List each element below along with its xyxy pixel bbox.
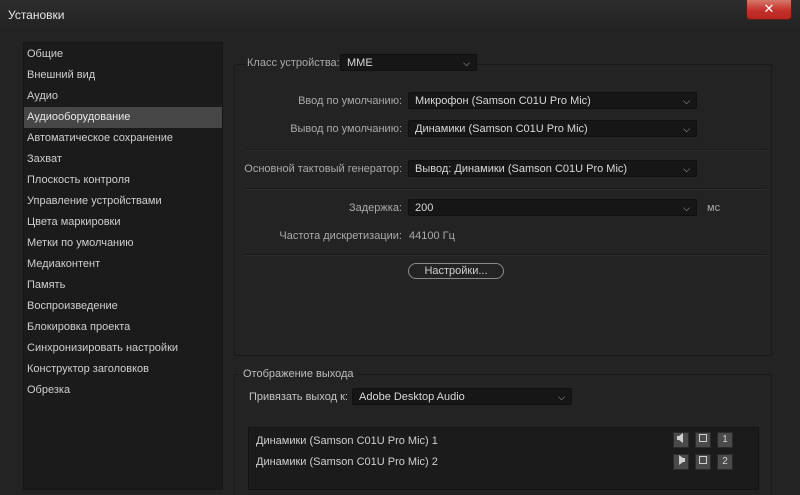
output-mapping-section-label: Отображение выхода — [243, 368, 358, 380]
preferences-sidebar: Общие Внешний вид Аудио Аудиооборудование Ав… — [23, 42, 223, 490]
chevron-down-icon: ⌵ — [683, 203, 690, 213]
sidebar-item[interactable]: Блокировка проекта — [24, 317, 222, 338]
sidebar-item[interactable]: Синхронизировать настройки — [24, 338, 222, 359]
chevron-down-icon: ⌵ — [683, 124, 690, 134]
map-output-dropdown[interactable]: Adobe Desktop Audio ⌵ — [352, 388, 572, 405]
master-clock-value: Вывод: Динамики (Samson C01U Pro Mic) — [415, 163, 628, 175]
default-output-value: Динамики (Samson C01U Pro Mic) — [415, 123, 588, 135]
master-clock-label: Основной тактовый генератор: — [244, 163, 402, 175]
chevron-down-icon: ⌵ — [683, 96, 690, 106]
sidebar-item[interactable]: Цвета маркировки — [24, 212, 222, 233]
sidebar-item[interactable]: Медиаконтент — [24, 254, 222, 275]
sidebar-item[interactable]: Захват — [24, 149, 222, 170]
list-item[interactable]: Динамики (Samson C01U Pro Mic) 1 — [256, 435, 438, 447]
default-input-dropdown[interactable]: Микрофон (Samson C01U Pro Mic) ⌵ — [408, 92, 697, 109]
map-output-label: Привязать выход к: — [249, 391, 348, 403]
sidebar-item[interactable]: Автоматическое сохранение — [24, 128, 222, 149]
sidebar-item[interactable]: Метки по умолчанию — [24, 233, 222, 254]
sidebar-item[interactable]: Конструктор заголовков — [24, 359, 222, 380]
device-class-value: MME — [347, 57, 373, 69]
output-channel-list: Динамики (Samson C01U Pro Mic) 1 Динамик… — [248, 427, 759, 490]
separator — [245, 149, 767, 151]
channel-number-1[interactable]: 1 — [717, 432, 733, 448]
sidebar-item[interactable]: Память — [24, 275, 222, 296]
chevron-down-icon: ⌵ — [683, 164, 690, 174]
sidebar-item[interactable]: Аудиооборудование — [24, 107, 222, 128]
settings-button[interactable]: Настройки... — [408, 263, 504, 279]
latency-label: Задержка: — [348, 202, 402, 214]
sidebar-item[interactable]: Внешний вид — [24, 65, 222, 86]
default-input-label: Ввод по умолчанию: — [298, 95, 402, 107]
latency-dropdown[interactable]: 200 ⌵ — [408, 199, 697, 216]
sidebar-item[interactable]: Воспроизведение — [24, 296, 222, 317]
sidebar-item[interactable]: Управление устройствами — [24, 191, 222, 212]
speaker-right-icon[interactable] — [673, 454, 689, 470]
list-item[interactable]: Динамики (Samson C01U Pro Mic) 2 — [256, 456, 438, 468]
separator — [245, 188, 767, 190]
default-output-dropdown[interactable]: Динамики (Samson C01U Pro Mic) ⌵ — [408, 120, 697, 137]
channel-number-2[interactable]: 2 — [717, 454, 733, 470]
latency-unit: мс — [707, 202, 721, 214]
sample-rate-value: 44100 Гц — [409, 230, 455, 242]
close-button[interactable]: ✕ — [746, 0, 792, 20]
chevron-down-icon: ⌵ — [463, 58, 470, 68]
sidebar-item[interactable]: Общие — [24, 44, 222, 65]
sidebar-item[interactable]: Аудио — [24, 86, 222, 107]
clip-icon[interactable] — [695, 432, 711, 448]
separator — [245, 254, 767, 256]
sidebar-item[interactable]: Обрезка — [24, 380, 222, 401]
title-bar: Установки ✕ — [0, 0, 800, 30]
default-input-value: Микрофон (Samson C01U Pro Mic) — [415, 95, 591, 107]
sidebar-item[interactable]: Плоскость контроля — [24, 170, 222, 191]
default-output-label: Вывод по умолчанию: — [290, 123, 402, 135]
map-output-value: Adobe Desktop Audio — [359, 391, 465, 403]
speaker-left-icon[interactable] — [673, 432, 689, 448]
chevron-down-icon: ⌵ — [558, 392, 565, 402]
sample-rate-label: Частота дискретизации: — [279, 230, 402, 242]
master-clock-dropdown[interactable]: Вывод: Динамики (Samson C01U Pro Mic) ⌵ — [408, 160, 697, 177]
latency-value: 200 — [415, 202, 434, 214]
device-class-label: Класс устройства: — [247, 57, 343, 69]
device-class-dropdown[interactable]: MME ⌵ — [340, 54, 477, 71]
clip-icon[interactable] — [695, 454, 711, 470]
window-title: Установки — [8, 8, 65, 22]
